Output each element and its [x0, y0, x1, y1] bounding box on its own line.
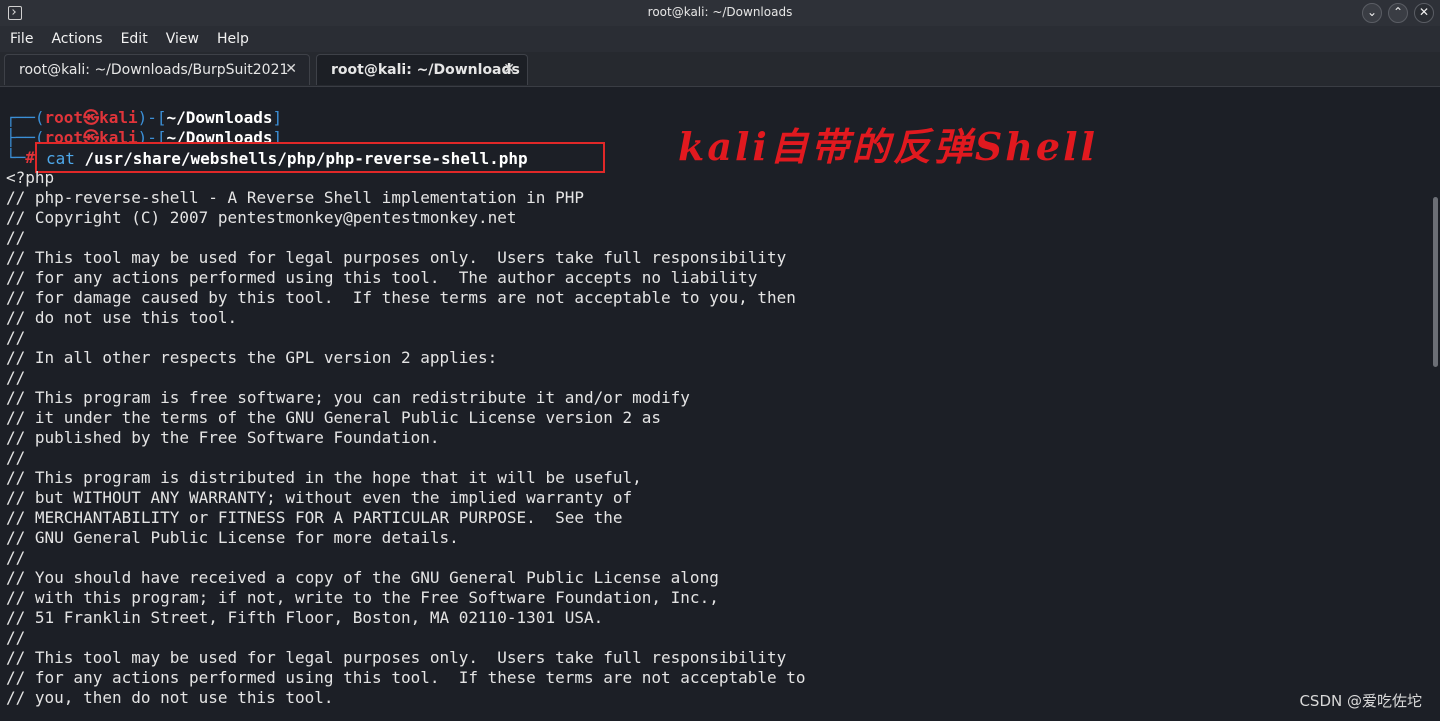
menu-file[interactable]: File — [0, 26, 41, 52]
tab-close-icon[interactable]: ✕ — [503, 61, 515, 77]
output-line: // — [6, 228, 26, 247]
command-argument: /usr/share/webshells/php/php-reverse-she… — [84, 149, 528, 168]
prompt-hash-line: └─# — [6, 148, 35, 167]
output-line: // for any actions performed using this … — [6, 268, 758, 287]
output-line: // it under the terms of the GNU General… — [6, 408, 662, 427]
tab-label: root@kali: ~/Downloads/BurpSuit2021 — [19, 62, 289, 78]
prompt-path: ~/Downloads — [166, 108, 273, 127]
terminal-output[interactable]: ┌──(root㉿kali)-[~/Downloads] ├──(root㉿ka… — [0, 87, 1432, 721]
minimize-button[interactable]: ⌄ — [1362, 3, 1382, 23]
output-line: // for damage caused by this tool. If th… — [6, 288, 796, 307]
command-verb: cat — [46, 149, 75, 168]
output-line: // You should have received a copy of th… — [6, 568, 719, 587]
title-bar: root@kali: ~/Downloads ⌄ ⌃ ✕ — [0, 0, 1440, 26]
menu-actions[interactable]: Actions — [41, 26, 110, 52]
output-line: // — [6, 328, 26, 347]
scrollbar-thumb[interactable] — [1433, 197, 1438, 367]
output-line: // MERCHANTABILITY or FITNESS FOR A PART… — [6, 508, 623, 527]
tab-label: root@kali: ~/Downloads — [331, 62, 520, 78]
output-line: // This tool may be used for legal purpo… — [6, 648, 787, 667]
output-line: // — [6, 448, 26, 467]
tab-bar: root@kali: ~/Downloads/BurpSuit2021 ✕ ro… — [0, 52, 1440, 87]
scrollbar[interactable] — [1432, 87, 1440, 721]
prompt-symbol: ㉿ — [83, 108, 100, 127]
tab-close-icon[interactable]: ✕ — [285, 61, 297, 77]
output-line: // but WITHOUT ANY WARRANTY; without eve… — [6, 488, 633, 507]
output-line: // 51 Franklin Street, Fifth Floor, Bost… — [6, 608, 604, 627]
menu-help[interactable]: Help — [207, 26, 257, 52]
output-line: // published by the Free Software Founda… — [6, 428, 440, 447]
tab-burpsuit[interactable]: root@kali: ~/Downloads/BurpSuit2021 ✕ — [4, 54, 310, 85]
output-line: // php-reverse-shell - A Reverse Shell i… — [6, 188, 584, 207]
highlighted-command-box: cat /usr/share/webshells/php/php-reverse… — [35, 142, 605, 173]
output-line: // — [6, 368, 26, 387]
output-line: // do not use this tool. — [6, 308, 238, 327]
tab-downloads[interactable]: root@kali: ~/Downloads ✕ — [316, 54, 528, 85]
menu-edit[interactable]: Edit — [111, 26, 156, 52]
prompt-user: root — [44, 108, 84, 127]
close-window-button[interactable]: ✕ — [1414, 3, 1434, 23]
output-line: // with this program; if not, write to t… — [6, 588, 719, 607]
output-line: // Copyright (C) 2007 pentestmonkey@pent… — [6, 208, 517, 227]
prompt-hash: # — [25, 148, 35, 167]
terminal-window: root@kali: ~/Downloads ⌄ ⌃ ✕ File Action… — [0, 0, 1440, 721]
output-line: // This program is distributed in the ho… — [6, 468, 642, 487]
maximize-button[interactable]: ⌃ — [1388, 3, 1408, 23]
watermark: CSDN @爱吃佐坨 — [1299, 692, 1422, 710]
window-title: root@kali: ~/Downloads — [647, 5, 793, 19]
output-line: // for any actions performed using this … — [6, 668, 806, 687]
output-line: // you, then do not use this tool. — [6, 688, 334, 707]
output-line: // This tool may be used for legal purpo… — [6, 248, 787, 267]
output-line: // This program is free software; you ca… — [6, 388, 690, 407]
menu-view[interactable]: View — [156, 26, 207, 52]
menu-bar: File Actions Edit View Help — [0, 26, 1440, 52]
prompt-host: kali — [99, 108, 138, 127]
output-line: // GNU General Public License for more d… — [6, 528, 459, 547]
prompt-line: ┌──(root㉿kali)-[~/Downloads] — [6, 108, 283, 127]
window-controls: ⌄ ⌃ ✕ — [1362, 3, 1434, 23]
output-line: <?php — [6, 168, 55, 187]
output-line: // — [6, 548, 26, 567]
annotation-label: kali自带的反弹Shell — [678, 124, 1098, 169]
output-line: // In all other respects the GPL version… — [6, 348, 498, 367]
output-line: // — [6, 628, 26, 647]
